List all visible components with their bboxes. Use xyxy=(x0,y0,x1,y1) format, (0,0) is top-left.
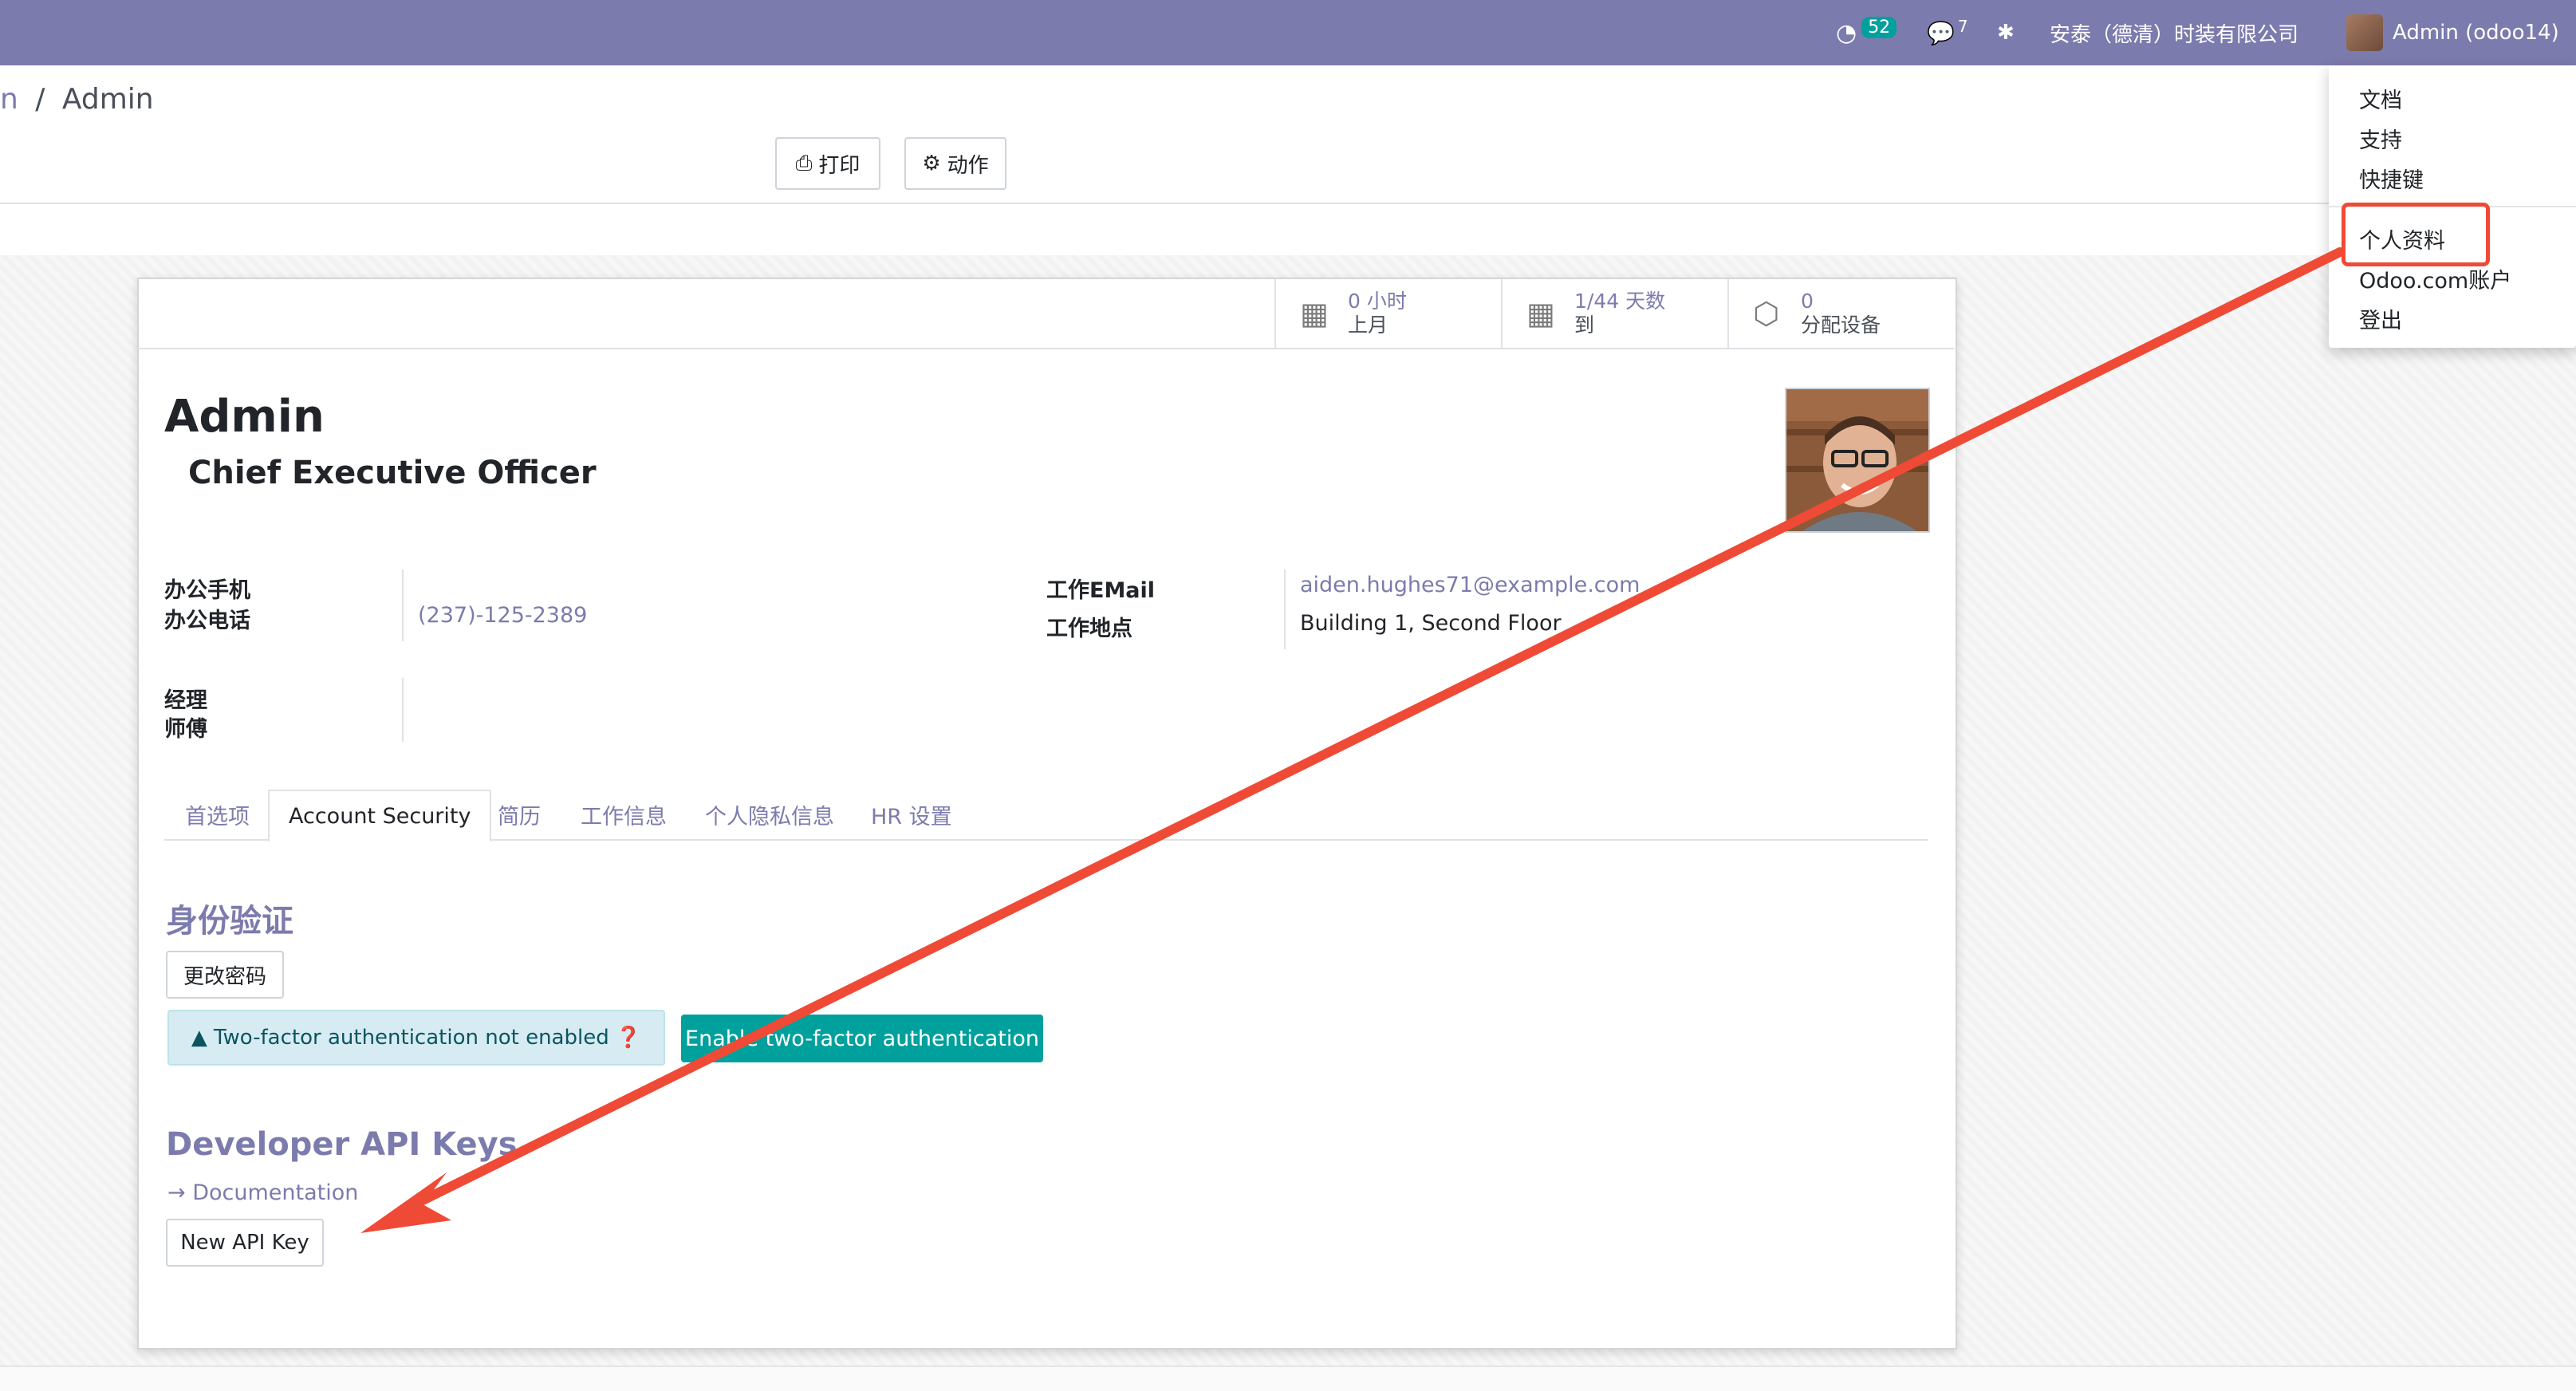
menu-item-logout[interactable]: 登出 xyxy=(2359,303,2402,334)
field-separator xyxy=(1284,569,1286,649)
user-label: Admin (odoo14) xyxy=(2393,21,2559,45)
stat-value: 0 xyxy=(1801,290,1814,313)
debug-menu[interactable]: ✱ xyxy=(1997,0,2015,65)
phone-field[interactable]: (237)-125-2389 xyxy=(418,603,587,628)
breadcrumb-current: Admin xyxy=(61,83,154,116)
menu-item-documentation[interactable]: 文档 xyxy=(2359,83,2402,114)
change-password-button[interactable]: 更改密码 xyxy=(166,951,284,999)
activity-badge: 52 xyxy=(1861,16,1897,38)
cubes-icon: ⬡ xyxy=(1753,296,1780,331)
menu-item-shortcuts[interactable]: 快捷键 xyxy=(2359,163,2424,194)
breadcrumb: n / Admin xyxy=(0,83,154,116)
avatar xyxy=(2346,14,2383,51)
menu-item-support[interactable]: 支持 xyxy=(2359,123,2402,154)
manager-label: 经理 xyxy=(164,688,207,713)
print-label: 打印 xyxy=(818,153,861,178)
action-label: 动作 xyxy=(947,153,989,178)
api-keys-section-title: Developer API Keys xyxy=(166,1126,518,1163)
print-button[interactable]: ⎙ 打印 xyxy=(775,137,880,190)
location-field[interactable]: Building 1, Second Floor xyxy=(1300,611,1562,636)
annotation-highlight-box xyxy=(2342,203,2490,266)
messaging-menu[interactable]: 💬 7 xyxy=(1927,0,1968,65)
breadcrumb-parent[interactable]: n xyxy=(0,83,18,116)
enable-tfa-button[interactable]: Enable two-factor authentication xyxy=(681,1015,1043,1062)
tab-preferences[interactable]: 首选项 xyxy=(185,790,250,839)
calendar-icon: ▦ xyxy=(1300,296,1329,331)
stat-value: 0 小时 xyxy=(1348,290,1407,313)
tab-account-security[interactable]: Account Security xyxy=(268,790,492,842)
mobile-label: 办公手机 xyxy=(164,578,250,603)
chat-icon: 💬 xyxy=(1927,19,1955,46)
field-separator xyxy=(402,678,404,742)
clock-icon: ◔ xyxy=(1836,18,1857,47)
tab-private-info[interactable]: 个人隐私信息 xyxy=(705,790,834,839)
gear-icon: ⚙ xyxy=(922,152,941,175)
user-menu-toggle[interactable]: Admin (odoo14) xyxy=(2346,0,2559,65)
tab-hr-settings[interactable]: HR 设置 xyxy=(871,790,952,839)
employee-name[interactable]: Admin xyxy=(164,391,325,443)
action-button[interactable]: ⚙ 动作 xyxy=(904,137,1006,190)
footer-strip xyxy=(0,1365,2576,1391)
control-panel-divider xyxy=(0,203,2576,204)
stat-label: 分配设备 xyxy=(1801,313,1881,337)
question-icon[interactable]: ❓ xyxy=(616,1026,641,1050)
tab-work-info[interactable]: 工作信息 xyxy=(581,790,667,839)
tab-resume[interactable]: 简历 xyxy=(498,790,541,839)
email-label: 工作EMail xyxy=(1046,578,1156,603)
company-switcher[interactable]: 安泰（德清）时装有限公司 xyxy=(2050,0,2298,65)
company-name: 安泰（德清）时装有限公司 xyxy=(2050,22,2299,47)
arrow-right-icon: → xyxy=(167,1180,186,1205)
activity-menu[interactable]: ◔ 52 xyxy=(1836,0,1897,65)
phone-label: 办公电话 xyxy=(164,609,250,633)
message-count: 7 xyxy=(1957,17,1968,36)
warning-icon: ▲ xyxy=(191,1026,207,1050)
stat-label: 到 xyxy=(1574,313,1595,337)
calendar-icon: ▦ xyxy=(1526,296,1555,331)
job-title[interactable]: Chief Executive Officer xyxy=(188,455,597,491)
documentation-link[interactable]: → Documentation xyxy=(167,1180,358,1205)
email-field[interactable]: aiden.hughes71@example.com xyxy=(1300,573,1640,597)
documentation-label: Documentation xyxy=(192,1180,359,1205)
new-api-key-button[interactable]: New API Key xyxy=(166,1219,324,1267)
stat-button-equipment[interactable]: ⬡ 0 分配设备 xyxy=(1727,279,1954,348)
employee-photo[interactable] xyxy=(1785,388,1930,533)
stat-value: 1/44 天数 xyxy=(1574,290,1666,313)
portrait-image xyxy=(1786,389,1928,531)
bug-icon: ✱ xyxy=(1997,21,2015,45)
coach-label: 师傅 xyxy=(164,717,207,742)
auth-section-title: 身份验证 xyxy=(166,903,293,940)
menu-item-odoo-account[interactable]: Odoo.com账户 xyxy=(2359,263,2511,294)
stat-button-days[interactable]: ▦ 1/44 天数 到 xyxy=(1501,279,1727,348)
tfa-alert: ▲ Two-factor authentication not enabled … xyxy=(167,1010,665,1066)
breadcrumb-separator: / xyxy=(35,83,45,116)
tfa-alert-text: Two-factor authentication not enabled xyxy=(213,1026,609,1050)
printer-icon: ⎙ xyxy=(795,151,813,175)
location-label: 工作地点 xyxy=(1046,617,1132,641)
stat-button-hours[interactable]: ▦ 0 小时 上月 xyxy=(1274,279,1501,348)
stat-label: 上月 xyxy=(1348,313,1388,337)
field-separator xyxy=(402,569,404,641)
